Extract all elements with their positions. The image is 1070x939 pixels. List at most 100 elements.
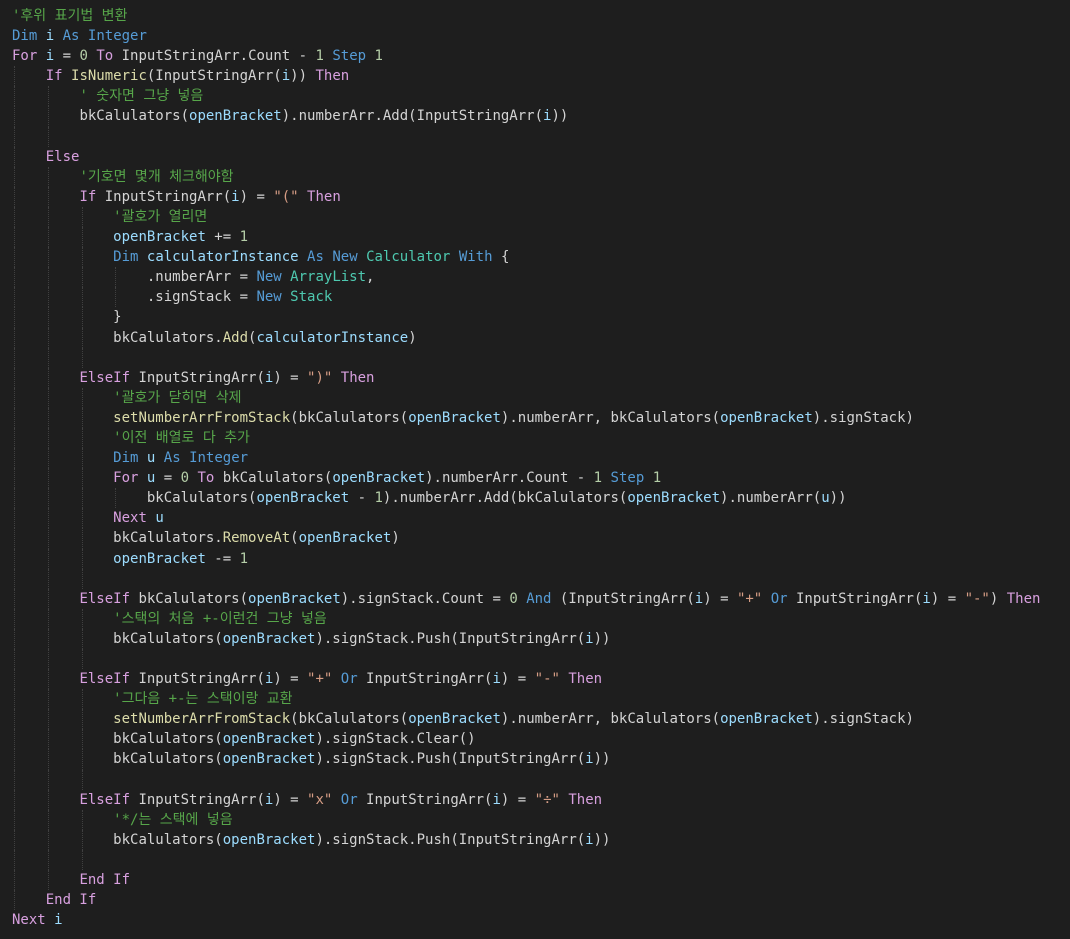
code-token-type: Stack bbox=[290, 289, 333, 306]
indent-guide bbox=[14, 709, 15, 730]
code-line[interactable]: '이전 배열로 다 추가 bbox=[12, 427, 1068, 449]
code-line[interactable]: '*/는 스택에 넣음 bbox=[12, 809, 1068, 830]
code-line[interactable] bbox=[12, 849, 1068, 871]
code-line[interactable]: bkCalulators(openBracket - 1).numberArr.… bbox=[12, 488, 1068, 509]
code-token-comment: '기호면 몇개 체크해야함 bbox=[79, 168, 234, 185]
code-token-variable: openBracket bbox=[408, 409, 501, 426]
code-line[interactable]: .numberArr = New ArrayList, bbox=[12, 267, 1068, 288]
code-token-variable: i bbox=[45, 48, 55, 65]
code-line[interactable]: For i = 0 To InputStringArr.Count - 1 St… bbox=[12, 46, 1068, 66]
indent-guide bbox=[14, 307, 15, 328]
code-line[interactable] bbox=[12, 769, 1068, 790]
code-line[interactable]: ' 숫자면 그냥 넣음 bbox=[12, 86, 1068, 107]
code-token-plain: )) bbox=[593, 831, 611, 848]
code-token-control: Then bbox=[315, 68, 350, 85]
code-line[interactable]: Dim u As Integer bbox=[12, 448, 1068, 469]
code-line[interactable]: If IsNumeric(InputStringArr(i)) Then bbox=[12, 66, 1068, 87]
code-line[interactable]: setNumberArrFromStack(bkCalulators(openB… bbox=[12, 709, 1068, 730]
code-line[interactable]: Dim i As Integer bbox=[12, 26, 1068, 46]
code-line[interactable]: '후위 표기법 변환 bbox=[12, 6, 1068, 26]
code-token-control: ElseIf bbox=[79, 590, 131, 607]
indent-guide bbox=[47, 387, 49, 408]
indent-guide bbox=[14, 367, 15, 388]
indent-guide bbox=[14, 267, 15, 288]
code-line[interactable]: bkCalulators(openBracket).signStack.Push… bbox=[12, 628, 1068, 649]
code-line[interactable]: ElseIf InputStringArr(i) = "+" Or InputS… bbox=[12, 669, 1068, 690]
code-editor[interactable]: '후위 표기법 변환 Dim i As Integer For i = 0 To I… bbox=[12, 6, 1068, 930]
code-token-plain: (InputStringArr( bbox=[551, 590, 695, 607]
code-line[interactable]: ElseIf InputStringArr(i) = "x" Or InputS… bbox=[12, 789, 1068, 810]
code-token-variable: i bbox=[694, 590, 704, 607]
code-line[interactable]: bkCalulators.Add(calculatorInstance) bbox=[12, 327, 1068, 348]
code-line[interactable]: openBracket -= 1 bbox=[12, 548, 1068, 569]
code-token-number: 1 bbox=[374, 490, 383, 507]
indent-guide bbox=[14, 66, 15, 87]
code-token-plain: bkCalulators( bbox=[130, 590, 249, 607]
code-token-variable: i bbox=[492, 791, 501, 808]
code-line[interactable]: End If bbox=[12, 870, 1068, 891]
code-line[interactable] bbox=[12, 649, 1068, 670]
code-token-plain: ) bbox=[989, 590, 1007, 607]
code-line[interactable]: '괄호가 열리면 bbox=[12, 206, 1068, 228]
code-line[interactable]: .signStack = New Stack bbox=[12, 287, 1068, 308]
code-line[interactable]: openBracket += 1 bbox=[12, 227, 1068, 248]
code-line[interactable]: bkCalulators(openBracket).signStack.Push… bbox=[12, 829, 1068, 850]
code-line[interactable]: If InputStringArr(i) = "(" Then bbox=[12, 186, 1068, 207]
indent-guide bbox=[47, 166, 49, 187]
code-line[interactable]: setNumberArrFromStack(bkCalulators(openB… bbox=[12, 407, 1068, 428]
indent-guide bbox=[47, 809, 49, 830]
code-line[interactable] bbox=[12, 347, 1068, 368]
code-token-keyword: New bbox=[332, 249, 358, 266]
code-line[interactable]: Else bbox=[12, 146, 1068, 167]
code-token-plain: ).signStack.Clear() bbox=[315, 731, 476, 748]
code-line[interactable]: '괄호가 닫히면 삭제 bbox=[12, 387, 1068, 408]
code-line[interactable]: ElseIf bkCalulators(openBracket).signSta… bbox=[12, 588, 1068, 609]
code-line[interactable]: Dim calculatorInstance As New Calculator… bbox=[12, 247, 1068, 268]
code-line[interactable]: } bbox=[12, 307, 1068, 328]
code-line[interactable]: bkCalulators(openBracket).numberArr.Add(… bbox=[12, 106, 1068, 127]
code-token-variable: openBracket bbox=[189, 108, 282, 125]
code-token-plain: ) bbox=[408, 329, 417, 346]
code-line[interactable]: Next i bbox=[12, 910, 1068, 930]
indent-guide bbox=[47, 427, 49, 449]
code-token-keyword: Or bbox=[340, 791, 358, 808]
code-token-comment: '괄호가 닫히면 삭제 bbox=[113, 389, 242, 406]
indent-guide bbox=[81, 729, 83, 750]
code-line[interactable]: bkCalulators.RemoveAt(openBracket) bbox=[12, 528, 1068, 549]
indent-guide bbox=[14, 548, 15, 569]
code-line[interactable] bbox=[12, 568, 1068, 589]
indent-guide bbox=[14, 106, 15, 127]
code-token-string: "-" bbox=[534, 671, 560, 688]
code-token-plain: InputStringArr( bbox=[130, 369, 265, 386]
indent-guide bbox=[81, 407, 83, 428]
code-token-keyword: Integer bbox=[189, 450, 249, 467]
code-line[interactable]: For u = 0 To bkCalulators(openBracket).n… bbox=[12, 468, 1068, 489]
indent-guide bbox=[47, 247, 49, 268]
indent-guide bbox=[14, 870, 15, 891]
indent-guide bbox=[47, 709, 49, 730]
indent-guide bbox=[14, 508, 15, 529]
code-line[interactable]: Next u bbox=[12, 508, 1068, 529]
code-line[interactable]: ElseIf InputStringArr(i) = ")" Then bbox=[12, 367, 1068, 388]
code-line[interactable] bbox=[12, 126, 1068, 147]
indent-guide bbox=[47, 749, 49, 770]
code-line[interactable]: '스택의 처음 +-이런건 그냥 넣음 bbox=[12, 608, 1068, 629]
code-line[interactable]: bkCalulators(openBracket).signStack.Clea… bbox=[12, 729, 1068, 750]
code-line[interactable]: bkCalulators(openBracket).signStack.Push… bbox=[12, 749, 1068, 770]
code-line[interactable]: '그다음 +-는 스택이랑 교환 bbox=[12, 689, 1068, 710]
code-line[interactable]: '기호면 몇개 체크해야함 bbox=[12, 166, 1068, 187]
code-line[interactable]: End If bbox=[12, 890, 1068, 911]
code-token-control: Then bbox=[568, 671, 603, 688]
code-token-type: Calculator bbox=[366, 249, 451, 266]
code-token-plain: bkCalulators( bbox=[113, 731, 223, 748]
code-token-comment: '스택의 처음 +-이런건 그냥 넣음 bbox=[113, 610, 327, 627]
